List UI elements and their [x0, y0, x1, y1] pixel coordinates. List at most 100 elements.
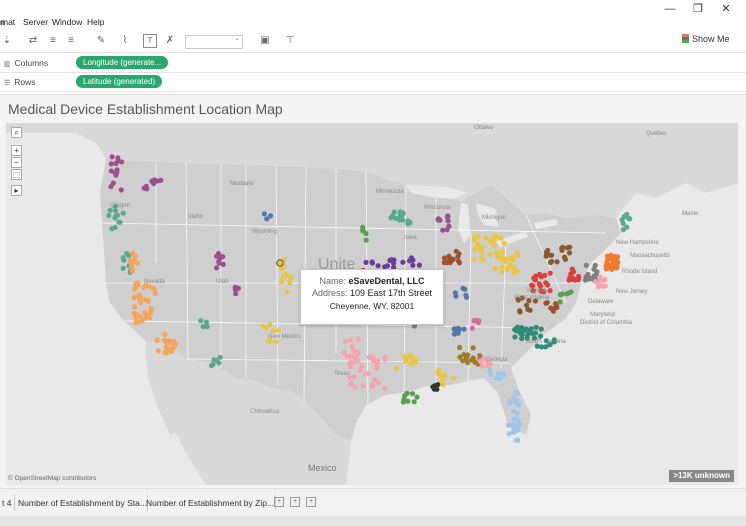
sort-ascending-icon[interactable]: ≡ [46, 34, 60, 48]
establishment-dot[interactable] [288, 274, 295, 280]
establishment-dot[interactable] [557, 292, 564, 298]
establishment-dot[interactable] [411, 399, 417, 405]
establishment-dot[interactable] [509, 254, 515, 260]
establishment-dot[interactable] [460, 285, 466, 291]
establishment-dot[interactable] [341, 350, 347, 356]
establishment-dot[interactable] [142, 310, 148, 316]
establishment-dot[interactable] [511, 270, 517, 276]
unknown-values-badge[interactable]: >13K unknown [669, 470, 734, 482]
establishment-dot[interactable] [154, 178, 160, 184]
establishment-dot[interactable] [455, 258, 462, 264]
establishment-dot[interactable] [141, 185, 147, 191]
menu-item-window[interactable]: Window [52, 17, 82, 27]
establishment-dot[interactable] [132, 304, 138, 310]
lasso-select-button[interactable]: ⬚ [11, 169, 22, 180]
establishment-dot[interactable] [538, 333, 544, 339]
establishment-dot[interactable] [112, 224, 118, 231]
establishment-dot[interactable] [287, 280, 293, 286]
establishment-dot[interactable] [504, 266, 510, 272]
establishment-dot[interactable] [267, 213, 274, 219]
selected-establishment-dot[interactable] [276, 259, 284, 267]
establishment-dot[interactable] [108, 161, 114, 167]
establishment-dot[interactable] [515, 417, 521, 423]
establishment-dot[interactable] [564, 245, 570, 251]
highlight-pen-icon[interactable]: ✎ [94, 34, 108, 48]
establishment-dot[interactable] [132, 258, 138, 264]
establishment-dot[interactable] [527, 307, 533, 313]
establishment-dot[interactable] [138, 299, 144, 306]
establishment-dot[interactable] [457, 344, 463, 351]
establishment-dot[interactable] [163, 339, 169, 345]
restore-button[interactable]: ❐ [688, 2, 708, 16]
establishment-dot[interactable] [479, 358, 485, 364]
establishment-dot[interactable] [120, 265, 126, 271]
establishment-dot[interactable] [232, 284, 238, 290]
establishment-dot[interactable] [116, 219, 122, 225]
establishment-dot[interactable] [538, 326, 544, 332]
establishment-dot[interactable] [519, 335, 525, 342]
establishment-dot[interactable] [455, 330, 461, 336]
map-search-button[interactable]: ⌕ [11, 127, 22, 138]
establishment-dot[interactable] [430, 384, 436, 390]
establishment-dot[interactable] [524, 333, 530, 339]
establishment-dot[interactable] [375, 380, 381, 386]
establishment-dot[interactable] [612, 263, 618, 269]
establishment-dot[interactable] [533, 324, 539, 330]
establishment-dot[interactable] [400, 259, 406, 265]
establishment-dot[interactable] [382, 385, 388, 392]
establishment-dot[interactable] [405, 218, 411, 224]
establishment-dot[interactable] [479, 363, 485, 369]
menu-item-help[interactable]: Help [87, 17, 104, 27]
establishment-dot[interactable] [514, 390, 520, 396]
establishment-dot[interactable] [411, 358, 417, 364]
establishment-dot[interactable] [213, 265, 220, 271]
establishment-dot[interactable] [405, 398, 411, 404]
establishment-dot[interactable] [436, 368, 442, 374]
establishment-dot[interactable] [620, 220, 626, 227]
establishment-dot[interactable] [133, 315, 139, 321]
establishment-dot[interactable] [171, 344, 177, 350]
establishment-dot[interactable] [453, 293, 459, 299]
establishment-dot[interactable] [603, 266, 609, 272]
establishment-dot[interactable] [409, 391, 416, 397]
establishment-dot[interactable] [463, 355, 470, 361]
establishment-dot[interactable] [506, 431, 512, 437]
establishment-dot[interactable] [435, 382, 441, 388]
new-dashboard-icon[interactable]: + [290, 497, 300, 507]
establishment-dot[interactable] [120, 210, 126, 216]
establishment-dot[interactable] [480, 257, 486, 263]
establishment-dot[interactable] [627, 216, 633, 222]
establishment-dot[interactable] [387, 257, 393, 263]
establishment-dot[interactable] [108, 168, 114, 174]
establishment-dot[interactable] [109, 154, 115, 160]
establishment-dot[interactable] [473, 317, 479, 324]
establishment-dot[interactable] [261, 211, 267, 217]
longitude-pill[interactable]: Longitude (generate... [76, 56, 169, 69]
establishment-dot[interactable] [118, 159, 125, 165]
establishment-dot[interactable] [393, 366, 399, 372]
establishment-dot[interactable] [515, 427, 521, 433]
clip-icon[interactable]: ⌇ [118, 34, 132, 48]
establishment-dot[interactable] [342, 339, 348, 345]
establishment-dot[interactable] [501, 240, 507, 246]
establishment-dot[interactable] [471, 256, 477, 263]
establishment-dot[interactable] [487, 251, 493, 257]
establishment-dot[interactable] [352, 384, 358, 390]
establishment-dot[interactable] [523, 326, 530, 332]
establishment-dot[interactable] [472, 246, 478, 253]
establishment-dot[interactable] [514, 437, 520, 443]
zoom-out-button[interactable]: − [11, 157, 22, 168]
establishment-dot[interactable] [554, 259, 560, 265]
expand-toolbar-button[interactable]: ▸ [11, 185, 22, 196]
establishment-dot[interactable] [355, 336, 362, 342]
establishment-dot[interactable] [127, 258, 133, 264]
establishment-dot[interactable] [451, 375, 457, 381]
establishment-dot[interactable] [512, 327, 518, 333]
establishment-dot[interactable] [406, 258, 413, 264]
establishment-dot[interactable] [203, 319, 209, 325]
establishment-dot[interactable] [514, 398, 520, 404]
sort-descending-icon[interactable]: ≡ [64, 34, 78, 48]
establishment-dot[interactable] [344, 354, 351, 360]
image-icon[interactable]: ▣ [258, 34, 272, 48]
establishment-dot[interactable] [357, 367, 363, 373]
